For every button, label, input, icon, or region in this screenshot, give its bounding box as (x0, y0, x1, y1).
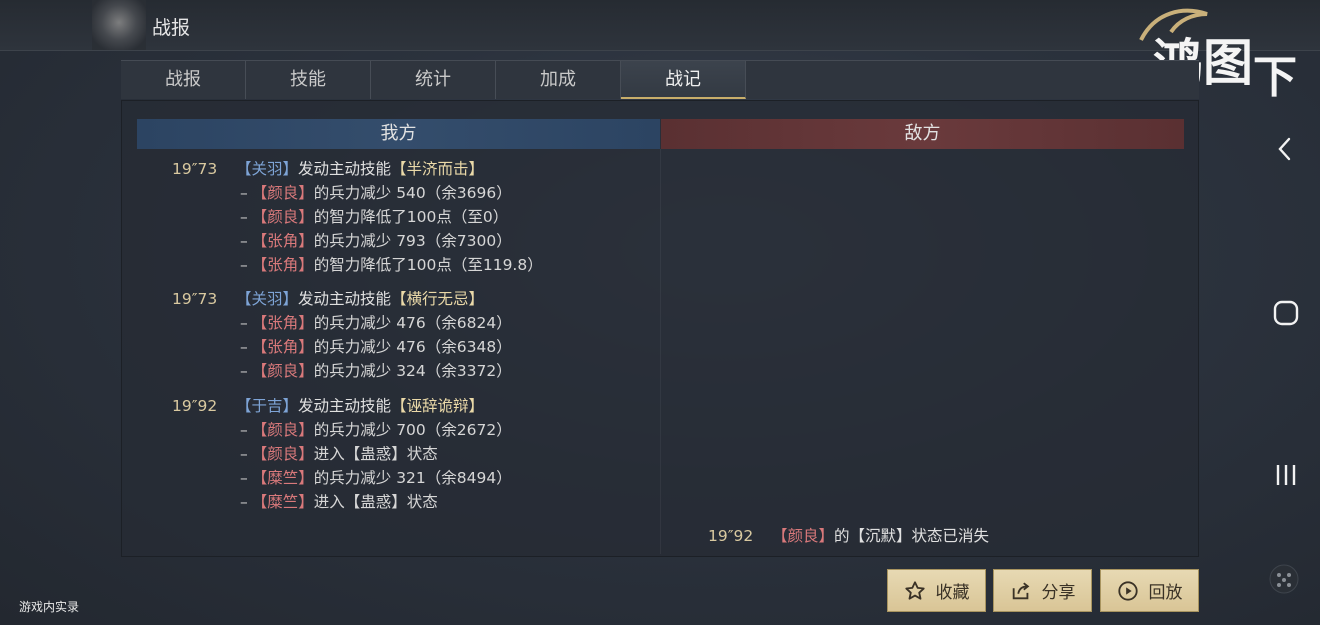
log-effect: – 【颜良】的兵力减少 324（余3372） (240, 360, 512, 382)
log-effect-text: 的兵力减少 476（余6348） (313, 338, 512, 356)
battle-log-panel: 我方 敌方 19″73 【关羽】发动主动技能【半济而击】 – 【颜良】的兵力减少 5… (121, 100, 1199, 557)
log-effect-text: 的兵力减少 476（余6824） (313, 314, 512, 332)
share-icon (1012, 581, 1029, 599)
log-dash: – (240, 362, 248, 380)
our-side-header: 我方 (137, 119, 660, 149)
log-target: 【张角】 (251, 232, 314, 250)
log-effect-text: 进入【蛊惑】状态 (313, 445, 438, 463)
share-label: 分享 (1041, 583, 1076, 603)
log-target: 【糜竺】 (251, 469, 314, 487)
star-icon (904, 580, 925, 600)
log-effect-text: 的兵力减少 540（余3696） (313, 184, 512, 202)
home-nav-icon[interactable] (1272, 299, 1300, 327)
log-skill: 【诬辞诡辩】 (391, 397, 485, 415)
log-dash: – (240, 208, 248, 226)
log-effect-text: 的兵力减少 700（余2672） (313, 421, 512, 439)
log-effect: – 【张角】的兵力减少 476（余6824） (240, 312, 512, 334)
log-skill: 【半济而击】 (391, 160, 485, 178)
log-action: 发动主动技能 (298, 397, 392, 415)
watermark-text: 游戏内实录 (19, 600, 80, 614)
log-effect: – 【糜竺】的兵力减少 321（余8494） (240, 467, 512, 489)
log-dash: – (240, 421, 248, 439)
enemy-side-header: 敌方 (661, 119, 1184, 149)
emblem-icon (92, 0, 146, 50)
log-effect-text: 的【沉默】状态已消失 (834, 527, 990, 545)
log-entry: 19″92 【于吉】发动主动技能【诬辞诡辩】 (172, 395, 484, 417)
tab-bar: 战报 技能 统计 加成 战记 (121, 60, 1199, 99)
tab-statistics[interactable]: 统计 (371, 61, 496, 99)
log-dash: – (240, 232, 248, 250)
recents-nav-icon[interactable] (1273, 462, 1299, 488)
page-title: 战报 (152, 17, 191, 39)
column-divider (660, 149, 661, 554)
log-action: 发动主动技能 (298, 160, 392, 178)
log-effect: – 【张角】的兵力减少 793（余7300） (240, 230, 512, 252)
log-skill: 【横行无忌】 (391, 290, 485, 308)
log-entry: 19″73 【关羽】发动主动技能【横行无忌】 (172, 288, 484, 310)
replay-label: 回放 (1148, 583, 1183, 603)
log-target: 【颜良】 (251, 445, 314, 463)
log-effect: – 【颜良】的兵力减少 700（余2672） (240, 419, 512, 441)
log-target: 【颜良】 (251, 421, 314, 439)
tab-battle-report[interactable]: 战报 (121, 61, 246, 99)
log-effect-text: 的兵力减少 321（余8494） (313, 469, 512, 487)
log-dash: – (240, 314, 248, 332)
log-time: 19″92 (172, 397, 218, 415)
log-effect-text: 的智力降低了100点（至119.8） (313, 256, 543, 274)
favorite-label: 收藏 (935, 583, 970, 603)
log-time: 19″92 (708, 527, 754, 545)
top-bar: 战报 (0, 0, 1320, 51)
tab-skills[interactable]: 技能 (246, 61, 371, 99)
log-effect: – 【张角】的智力降低了100点（至119.8） (240, 254, 543, 276)
share-button[interactable]: 分享 (993, 569, 1092, 612)
tab-bonus[interactable]: 加成 (496, 61, 621, 99)
back-nav-icon[interactable] (1274, 136, 1296, 162)
play-circle-icon (1117, 580, 1138, 601)
log-target: 【糜竺】 (251, 493, 314, 511)
log-target: 【张角】 (251, 338, 314, 356)
log-time: 19″73 (172, 160, 218, 178)
log-target: 【张角】 (251, 314, 314, 332)
log-actor: 【颜良】 (772, 527, 835, 545)
log-time: 19″73 (172, 290, 218, 308)
log-dash: – (240, 184, 248, 202)
enemy-log-entry: 19″92 【颜良】的【沉默】状态已消失 (708, 525, 989, 547)
log-dash: – (240, 493, 248, 511)
log-target: 【颜良】 (251, 208, 314, 226)
log-entry: 19″73 【关羽】发动主动技能【半济而击】 (172, 158, 484, 180)
replay-button[interactable]: 回放 (1100, 569, 1199, 612)
svg-text:下: 下 (1253, 52, 1297, 103)
log-dash: – (240, 256, 248, 274)
log-effect-text: 进入【蛊惑】状态 (313, 493, 438, 511)
log-target: 【颜良】 (251, 184, 314, 202)
favorite-button[interactable]: 收藏 (887, 569, 986, 612)
log-action: 发动主动技能 (298, 290, 392, 308)
log-actor: 【关羽】 (236, 290, 299, 308)
log-effect: – 【糜竺】进入【蛊惑】状态 (240, 491, 438, 513)
log-dash: – (240, 445, 248, 463)
log-effect: – 【颜良】的兵力减少 540（余3696） (240, 182, 512, 204)
log-effect-text: 的兵力减少 324（余3372） (313, 362, 512, 380)
tab-battle-log[interactable]: 战记 (621, 61, 746, 99)
log-effect-text: 的智力降低了100点（至0） (313, 208, 509, 226)
log-effect: – 【张角】的兵力减少 476（余6348） (240, 336, 512, 358)
log-target: 【张角】 (251, 256, 314, 274)
log-target: 【颜良】 (251, 362, 314, 380)
log-effect-text: 的兵力减少 793（余7300） (313, 232, 512, 250)
log-actor: 【关羽】 (236, 160, 299, 178)
log-dash: – (240, 338, 248, 356)
log-dash: – (240, 469, 248, 487)
log-actor: 【于吉】 (236, 397, 299, 415)
game-assistant-icon[interactable] (1268, 563, 1300, 595)
log-effect: – 【颜良】进入【蛊惑】状态 (240, 443, 438, 465)
log-effect: – 【颜良】的智力降低了100点（至0） (240, 206, 508, 228)
